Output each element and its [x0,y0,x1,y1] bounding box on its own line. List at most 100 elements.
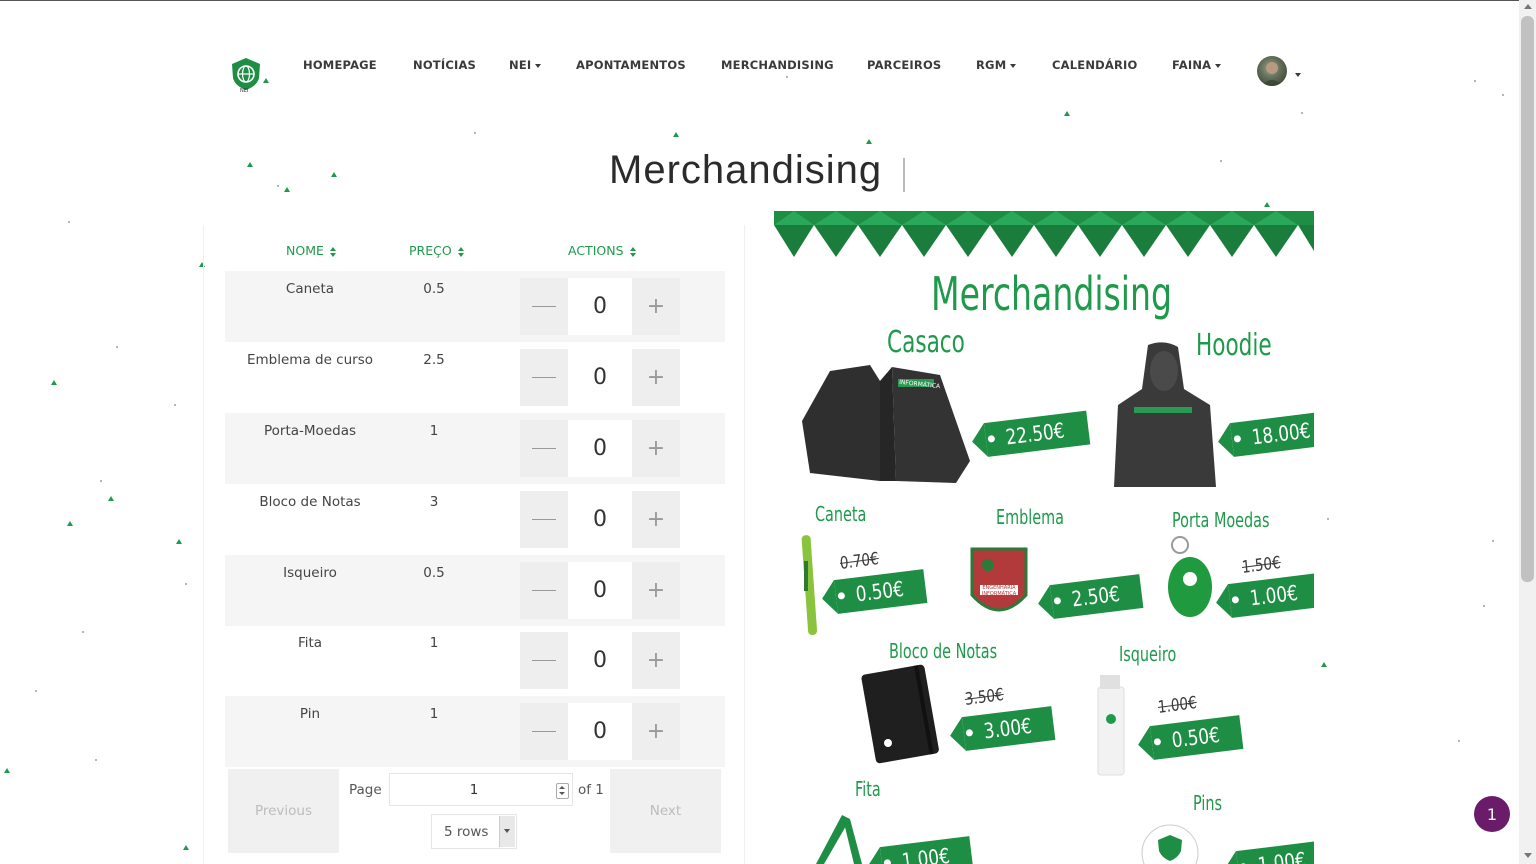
product-price: 2.5 [423,352,445,368]
page-number-input[interactable]: 1 [389,773,573,806]
chevron-down-icon [499,816,515,847]
emblema-price: 2.50€ [1070,581,1122,612]
header-preco[interactable]: PREÇO [409,243,465,258]
isqueiro-price-tag: 0.50€ [1149,715,1244,760]
product-price: 0.5 [423,565,445,581]
nav-faina-dropdown[interactable]: FAINA [1172,58,1222,72]
pen-image [801,535,818,635]
table-row: Fita 1 0 + [225,625,725,696]
nav-merchandising[interactable]: MERCHANDISING [721,58,834,72]
quantity-field[interactable]: 0 [568,349,632,406]
quantity-field[interactable]: 0 [568,703,632,760]
increment-button[interactable]: + [632,491,680,548]
previous-button[interactable]: Previous [228,769,339,853]
logo-caption: NEI [240,88,249,94]
fita-price-tag: 1.00€ [879,836,974,864]
spinner-icon[interactable] [556,783,569,799]
notebook-image [861,664,939,764]
chevron-down-icon [535,63,542,68]
caneta-price-tag: 0.50€ [833,569,928,614]
minus-icon [532,377,556,378]
product-name: Isqueiro [283,565,337,581]
product-name: Porta-Moedas [264,423,356,439]
nav-rgm-label: RGM [976,58,1007,72]
next-button[interactable]: Next [610,769,721,853]
lanyard-image [816,815,862,864]
nav-faina-label: FAINA [1172,58,1212,72]
scrollbar-thumb[interactable] [1521,16,1534,582]
decrement-button[interactable] [520,562,568,619]
increment-button[interactable]: + [632,632,680,689]
rows-per-page-select[interactable]: 5 rows [431,814,517,849]
product-name: Caneta [285,281,335,297]
nei-logo[interactable]: NEI [229,56,263,96]
porta-moedas-old-price: 1.50€ [1241,552,1282,578]
nav-nei-dropdown[interactable]: NEI [509,58,542,72]
header-nome[interactable]: NOME [286,243,337,258]
plus-icon: + [646,436,666,461]
nav-homepage[interactable]: HOMEPAGE [303,58,377,72]
quantity-field[interactable]: 0 [568,491,632,548]
increment-button[interactable]: + [632,278,680,335]
decrement-button[interactable] [520,632,568,689]
hoodie-price: 18.00€ [1250,418,1312,450]
rows-per-page-value: 5 rows [444,824,489,840]
user-avatar[interactable] [1257,56,1287,86]
product-name: Bloco de Notas [259,494,361,510]
decrement-button[interactable] [520,703,568,760]
product-name: Pin [299,706,321,722]
plus-icon: + [646,578,666,603]
coin-purse-image [1168,536,1212,617]
increment-button[interactable]: + [632,349,680,406]
quantity-field[interactable]: 0 [568,278,632,335]
decrement-button[interactable] [520,420,568,477]
increment-button[interactable]: + [632,703,680,760]
isqueiro-old-price: 1.00€ [1157,692,1198,718]
quantity-field[interactable]: 0 [568,632,632,689]
porta-moedas-price-tag: 1.00€ [1227,573,1314,618]
product-price: 3 [429,494,439,510]
jacket-image [802,365,970,483]
minus-icon [532,731,556,732]
increment-button[interactable]: + [632,420,680,477]
decrement-button[interactable] [520,278,568,335]
nav-apontamentos[interactable]: APONTAMENTOS [576,58,686,72]
isqueiro-price: 0.50€ [1170,722,1222,753]
isqueiro-label: Isqueiro [1119,642,1177,666]
minus-icon [532,306,556,307]
decrement-button[interactable] [520,491,568,548]
increment-button[interactable]: + [632,562,680,619]
nav-parceiros[interactable]: PARCEIROS [867,58,941,72]
total-pages-label: of 1 [578,782,604,798]
decrement-button[interactable] [520,349,568,406]
header-actions[interactable]: ACTIONS [568,243,637,258]
minus-icon [532,448,556,449]
bloco-price-tag: 3.00€ [961,706,1056,751]
scroll-down-arrow-icon[interactable] [1524,853,1532,858]
minus-icon [532,590,556,591]
notification-badge[interactable]: 1 [1474,796,1510,832]
merchandising-poster: Merchandising Casaco INFORMÁTICA 22.50€ … [774,211,1314,864]
chevron-down-icon [1010,63,1017,68]
quantity-field[interactable]: 0 [568,562,632,619]
chevron-down-icon[interactable] [1295,73,1301,77]
nav-rgm-dropdown[interactable]: RGM [976,58,1017,72]
pins-price-tag: 1.00€ [1235,840,1314,864]
minus-icon [532,660,556,661]
fita-price: 1.00€ [900,843,952,864]
scroll-up-arrow-icon[interactable] [1524,4,1532,9]
product-price: 1 [429,423,439,439]
quantity-field[interactable]: 0 [568,420,632,477]
emblema-label: Emblema [996,505,1064,529]
poster-title: Merchandising [931,267,1173,321]
minus-icon [532,519,556,520]
poster-top-band [774,211,1314,257]
sort-icon [457,246,465,257]
plus-icon: + [646,365,666,390]
nav-noticias[interactable]: NOTÍCIAS [413,58,476,72]
porta-moedas-label: Porta Moedas [1172,508,1270,532]
table-row: Pin 1 0 + [225,696,725,767]
caneta-old-price: 0.70€ [839,548,880,574]
nav-calendario[interactable]: CALENDÁRIO [1052,58,1138,72]
caneta-price: 0.50€ [854,576,906,607]
